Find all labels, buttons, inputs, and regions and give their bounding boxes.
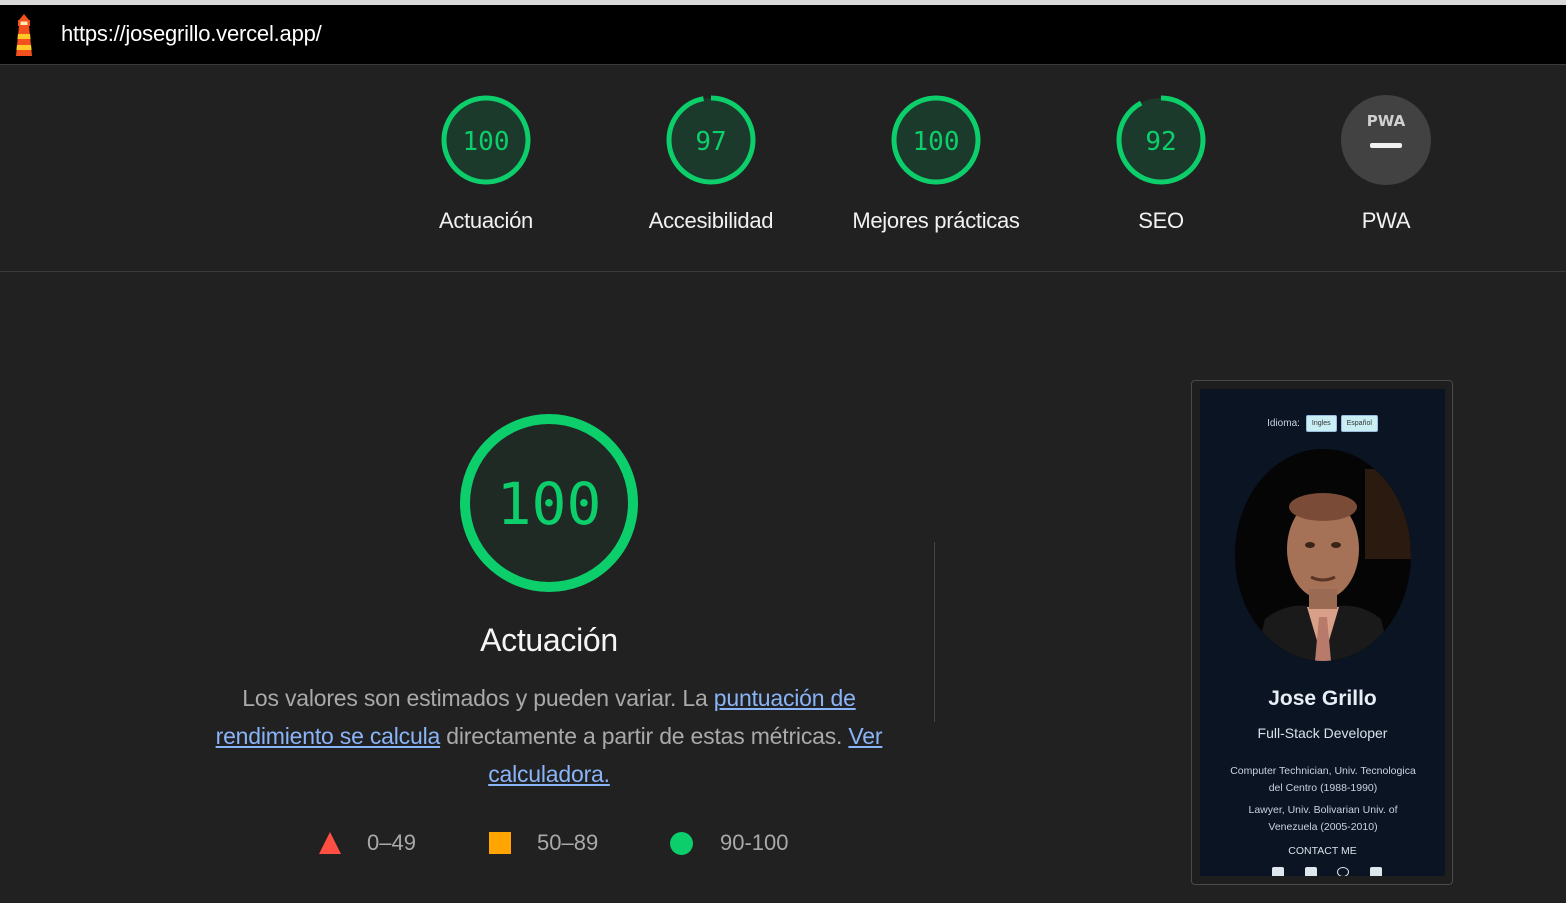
description-text: Los valores son estimados y pueden varia… [242,685,714,711]
legend-range: 0–49 [367,830,416,855]
profile-role: Full-Stack Developer [1257,725,1388,741]
gauge-pwa[interactable]: PWA PWA [1286,94,1486,234]
gauge-label: PWA [1361,208,1411,233]
whatsapp-icon [1337,867,1350,876]
triangle-icon [319,832,341,854]
english-button: Ingles [1305,415,1337,432]
gauge-score: 92 [1145,127,1176,157]
lighthouse-icon [16,14,32,56]
social-links [1272,867,1382,876]
legend-range: 50–89 [537,830,599,855]
education-item: Lawyer, Univ. Bolivarian Univ. of Venezu… [1248,804,1398,833]
gauge-label: Mejores prácticas [852,208,1020,233]
avatar [1235,449,1411,661]
svg-text:PWA: PWA [1367,112,1406,130]
gauge-ring: 92 [1116,95,1206,185]
pwa-icon: PWA [1341,95,1431,185]
language-selector: Idioma: Ingles Español [1200,415,1445,432]
spanish-button: Español [1340,415,1378,432]
language-label: Idioma: [1267,418,1300,429]
final-screenshot[interactable]: Idioma: Ingles Español Jose Grillo Full-… [1191,380,1453,885]
legend-average: 50–89 [489,830,598,856]
gauge-label: SEO [1138,208,1184,233]
twitter-icon [1304,867,1317,876]
contact-heading: CONTACT ME [1288,845,1357,857]
gauge-ring: 100 [891,95,981,185]
performance-score-gauge: 100 [460,414,638,592]
education-item: Computer Technician, Univ. Tecnologica d… [1230,765,1416,794]
gauge-ring: 97 [666,95,756,185]
gauge-ring: 100 [441,95,531,185]
divider [0,64,1566,65]
discord-icon [1369,867,1382,876]
legend-pass: 90-100 [670,830,789,856]
performance-score: 100 [497,470,602,538]
gauge-score: 100 [463,127,510,157]
profile-name: Jose Grillo [1268,687,1377,710]
gauge-best-practices[interactable]: 100 Mejores prácticas [836,94,1036,234]
email-icon [1272,867,1284,876]
gauge-accessibility[interactable]: 97 Accesibilidad [611,94,811,234]
gauge-label: Accesibilidad [648,208,774,233]
score-scale-legend: 0–49 50–89 90-100 [0,830,1000,860]
divider [0,271,1566,272]
gauge-seo[interactable]: 92 SEO [1061,94,1261,234]
legend-range: 90-100 [720,830,789,855]
gauge-score: 97 [695,127,726,157]
vertical-divider [934,542,935,722]
report-url[interactable]: https://josegrillo.vercel.app/ [61,21,322,47]
score-gauges: 100 Actuación 97 Accesibilidad 100 Mejor… [0,94,1566,244]
category-description: Los valores son estimados y pueden varia… [196,679,902,793]
description-text: directamente a partir de estas métricas. [440,723,849,749]
screenshot-image: Idioma: Ingles Español Jose Grillo Full-… [1200,389,1445,876]
report-header: https://josegrillo.vercel.app/ [0,5,1566,64]
square-icon [489,832,511,854]
gauge-score: 100 [913,127,960,157]
circle-icon [670,831,693,855]
legend-fail: 0–49 [319,830,416,856]
category-title: Actuación [480,622,618,658]
gauge-label: Actuación [439,208,533,233]
gauge-performance[interactable]: 100 Actuación [386,94,586,234]
